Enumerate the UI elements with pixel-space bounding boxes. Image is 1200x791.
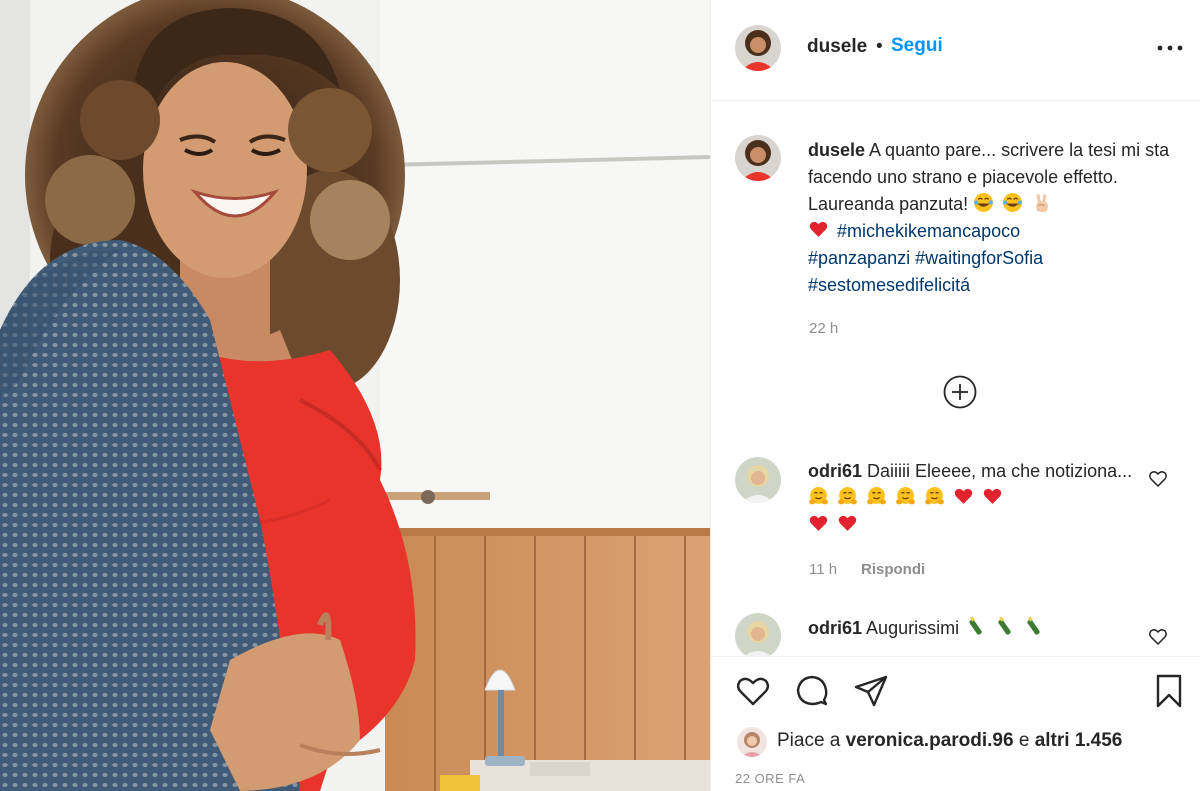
caption-timestamp[interactable]: 22 h <box>809 320 838 337</box>
hugging-face-emoji <box>867 487 886 505</box>
share-icon[interactable] <box>853 673 889 709</box>
comment-timestamp[interactable]: 11 h <box>809 561 837 578</box>
plus-circle-icon[interactable] <box>943 375 977 409</box>
caption-username[interactable]: dusele <box>808 140 865 160</box>
likes-prefix: Piace a <box>777 730 841 751</box>
comment-text: Daiiiii Eleeee, ma che notiziona... <box>867 461 1133 481</box>
likes-others-count[interactable]: altri 1.456 <box>1035 730 1123 751</box>
hashtag-link[interactable]: #sestomesedifelicitá <box>808 275 970 295</box>
post-date[interactable]: 22 ORE FA <box>735 771 805 786</box>
bookmark-icon[interactable] <box>1151 673 1187 709</box>
hugging-face-emoji <box>925 487 945 505</box>
hugging-face-emoji <box>896 487 915 505</box>
champagne-emoji <box>998 616 1011 635</box>
joy-emoji <box>1003 193 1023 212</box>
comment-icon[interactable] <box>794 673 830 709</box>
comment-emojis <box>964 616 1046 638</box>
author-avatar[interactable] <box>735 25 781 71</box>
caption-author-avatar[interactable] <box>735 135 781 181</box>
victory-hand-emoji <box>1036 194 1048 212</box>
hugging-face-emoji <box>809 487 828 505</box>
reply-button[interactable]: Rispondi <box>861 561 925 578</box>
red-heart-emoji <box>838 515 857 531</box>
hugging-face-emoji <box>838 487 857 505</box>
joy-emoji <box>974 193 994 212</box>
commenter-avatar[interactable] <box>735 613 781 659</box>
author-username[interactable]: dusele <box>807 36 867 58</box>
comment-emojis <box>808 487 1006 535</box>
comment-username[interactable]: odri61 <box>808 618 862 638</box>
follow-button[interactable]: Segui <box>891 35 943 57</box>
hashtag-link[interactable]: #waitingforSofia <box>915 248 1043 268</box>
post-photo[interactable] <box>0 0 710 791</box>
comment-username[interactable]: odri61 <box>808 461 862 481</box>
commenter-avatar[interactable] <box>735 457 781 503</box>
heart-icon[interactable] <box>735 673 771 709</box>
photo-illustration <box>0 0 710 791</box>
champagne-emoji <box>1027 616 1040 635</box>
post-header: dusele • Segui <box>711 0 1200 101</box>
red-heart-emoji <box>809 221 828 237</box>
post-side-panel: dusele • Segui dusele A quanto pare... s… <box>710 0 1200 791</box>
follow-separator: • <box>876 36 883 57</box>
liker-username[interactable]: veronica.parodi.96 <box>846 730 1014 751</box>
comment: odri61 Augurissimi <box>808 615 1138 642</box>
hashtag-link[interactable]: #panzapanzi <box>808 248 910 268</box>
likes-connector: e <box>1018 730 1030 751</box>
liker-avatar[interactable] <box>737 727 767 757</box>
red-heart-emoji <box>954 488 973 504</box>
red-heart-emoji <box>983 488 1002 504</box>
more-options-icon[interactable] <box>1155 33 1185 63</box>
red-heart-emoji <box>809 515 828 531</box>
caption-emojis <box>973 193 1055 214</box>
comment: odri61 Daiiiii Eleeee, ma che notiziona.… <box>808 458 1138 539</box>
comment-like-heart-icon[interactable] <box>1148 627 1168 647</box>
post-actions: Piace a veronica.parodi.96 e altri 1.456… <box>711 656 1200 791</box>
champagne-emoji <box>969 616 982 635</box>
post-caption: dusele A quanto pare... scrivere la tesi… <box>808 137 1178 299</box>
comment-text: Augurissimi <box>866 618 960 638</box>
hashtag-link[interactable]: #michekikemancapoco <box>837 221 1020 241</box>
likes-text: Piace a veronica.parodi.96 e altri 1.456 <box>777 730 1122 752</box>
comment-like-heart-icon[interactable] <box>1148 469 1168 489</box>
